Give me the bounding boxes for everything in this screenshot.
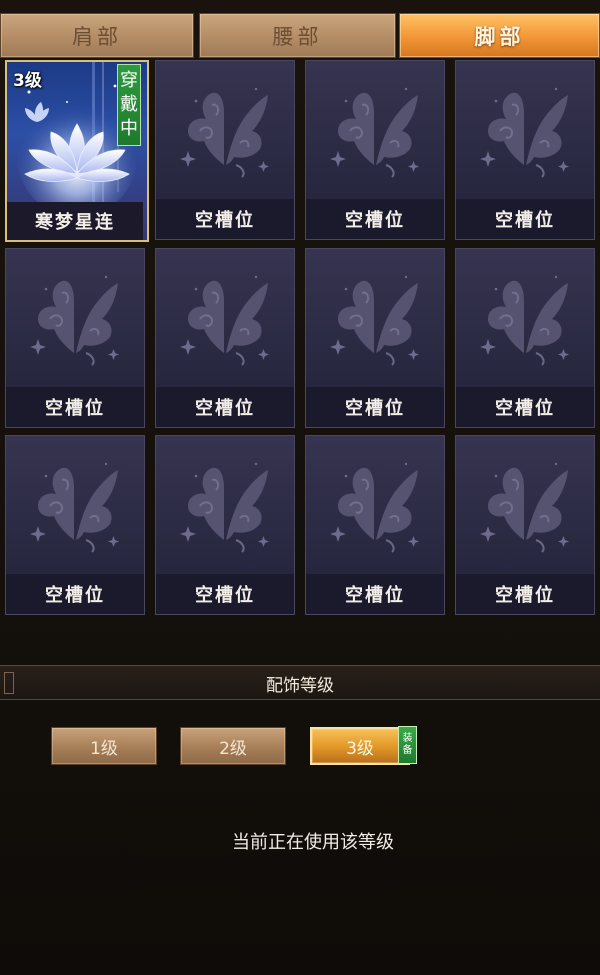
butterfly-icon [480, 87, 569, 178]
tab-waist[interactable]: 腰部 [199, 13, 396, 58]
slot-empty[interactable]: 空槽位 [455, 60, 595, 240]
butterfly-icon [180, 462, 269, 553]
tab-shoulder[interactable]: 肩部 [0, 13, 194, 58]
slot-level-tag: 3级 [13, 71, 42, 91]
slot-label: 寒梦星连 [7, 202, 143, 240]
slot-label: 空槽位 [456, 387, 594, 427]
slot-label: 空槽位 [306, 387, 444, 427]
slot-empty[interactable]: 空槽位 [455, 248, 595, 428]
part-tabs: 肩部 腰部 脚部 [0, 13, 600, 58]
equipped-mark-char: 装 [402, 733, 413, 744]
section-header: 配饰等级 [0, 665, 600, 700]
level-2-button[interactable]: 2级 [180, 727, 286, 765]
butterfly-icon [480, 462, 569, 553]
slot-label: 空槽位 [6, 574, 144, 614]
butterfly-icon [330, 87, 419, 178]
slot-label: 空槽位 [306, 199, 444, 239]
slot-label: 空槽位 [156, 199, 294, 239]
equipped-mark-char: 备 [402, 745, 413, 756]
level-3-button[interactable]: 3级 [310, 727, 410, 765]
tab-feet[interactable]: 脚部 [399, 13, 600, 58]
wearing-badge-char: 戴 [120, 94, 138, 115]
slot-empty[interactable]: 空槽位 [305, 60, 445, 240]
butterfly-icon [480, 275, 569, 366]
slot-empty[interactable]: 空槽位 [5, 248, 145, 428]
slot-empty[interactable]: 空槽位 [305, 435, 445, 615]
slot-label: 空槽位 [456, 199, 594, 239]
equipped-mark: 装 备 [398, 726, 417, 764]
slot-empty[interactable]: 空槽位 [155, 248, 295, 428]
level-status-text: 当前正在使用该等级 [232, 832, 394, 853]
slot-empty[interactable]: 空槽位 [305, 248, 445, 428]
slot-empty[interactable]: 空槽位 [155, 60, 295, 240]
wearing-badge-char: 穿 [120, 70, 138, 91]
slot-label: 空槽位 [306, 574, 444, 614]
slot-label: 空槽位 [156, 387, 294, 427]
wearing-badge: 穿 戴 中 [117, 64, 141, 146]
butterfly-icon [180, 87, 269, 178]
butterfly-icon [330, 462, 419, 553]
butterfly-icon [330, 275, 419, 366]
slot-label: 空槽位 [6, 387, 144, 427]
butterfly-icon [30, 462, 119, 553]
slot-label: 空槽位 [456, 574, 594, 614]
level-1-button[interactable]: 1级 [51, 727, 157, 765]
slot-empty[interactable]: 空槽位 [5, 435, 145, 615]
accessory-panel: 肩部 腰部 脚部 3级 穿 戴 中 寒梦星连 空槽位 空槽位 空槽位 空槽位 空… [0, 0, 600, 975]
butterfly-icon [180, 275, 269, 366]
slot-equipped[interactable]: 3级 穿 戴 中 寒梦星连 [5, 60, 149, 242]
slot-empty[interactable]: 空槽位 [455, 435, 595, 615]
slot-label: 空槽位 [156, 574, 294, 614]
butterfly-icon [30, 275, 119, 366]
slot-empty[interactable]: 空槽位 [155, 435, 295, 615]
section-title: 配饰等级 [266, 676, 334, 696]
wearing-badge-char: 中 [120, 118, 138, 139]
